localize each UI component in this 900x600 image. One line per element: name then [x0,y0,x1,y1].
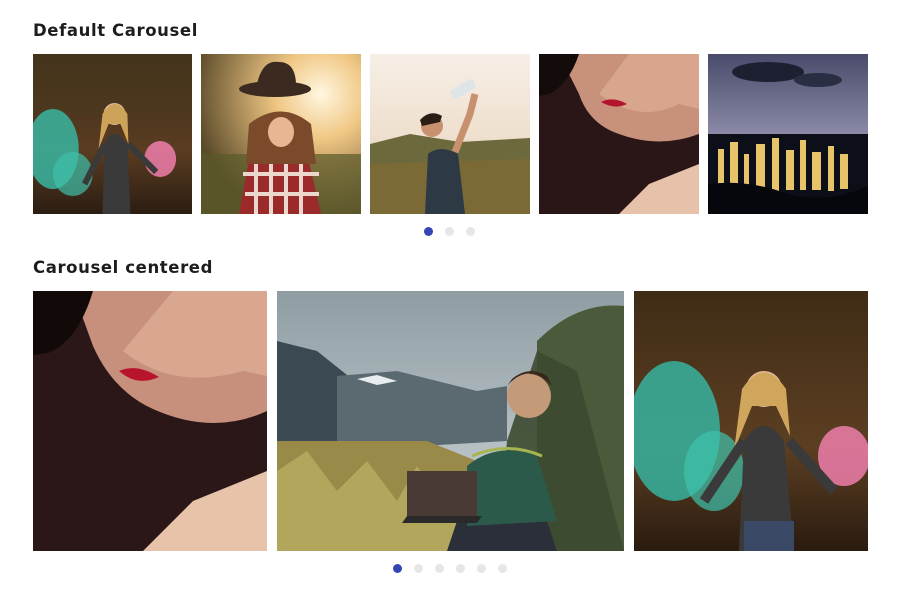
carousel-slide-smoke-woman[interactable] [33,54,192,214]
pagination-dot-3[interactable] [466,227,475,236]
pagination-dot-1[interactable] [424,227,433,236]
centered-slide-laptop-mountains[interactable] [277,291,624,551]
pagination-dot-4[interactable] [456,564,465,573]
carousel-slide-hat-woman[interactable] [201,54,361,214]
lips-closeup-large-image [33,291,267,551]
centered-slide-lips-closeup[interactable] [33,291,267,551]
pagination-dot-6[interactable] [498,564,507,573]
night-city-image [708,54,868,214]
drinking-man-image [370,54,530,214]
pagination-dot-3[interactable] [435,564,444,573]
laptop-mountains-image [277,291,624,551]
section-title-default-carousel: Default Carousel [33,21,198,40]
carousel-slide-night-city[interactable] [708,54,868,214]
pagination-dot-1[interactable] [393,564,402,573]
lips-closeup-image [539,54,699,214]
smoke-woman-large-image [634,291,868,551]
hat-woman-image [201,54,361,214]
carousel-slide-lips-closeup[interactable] [539,54,699,214]
pagination-dot-2[interactable] [445,227,454,236]
centered-slide-smoke-woman[interactable] [634,291,868,551]
smoke-woman-image [33,54,192,214]
pagination-dot-5[interactable] [477,564,486,573]
carousel-pagination-default [424,227,487,236]
section-title-carousel-centered: Carousel centered [33,258,214,277]
carousel-pagination-centered [393,564,519,573]
pagination-dot-2[interactable] [414,564,423,573]
carousel-slide-drinking-man[interactable] [370,54,530,214]
